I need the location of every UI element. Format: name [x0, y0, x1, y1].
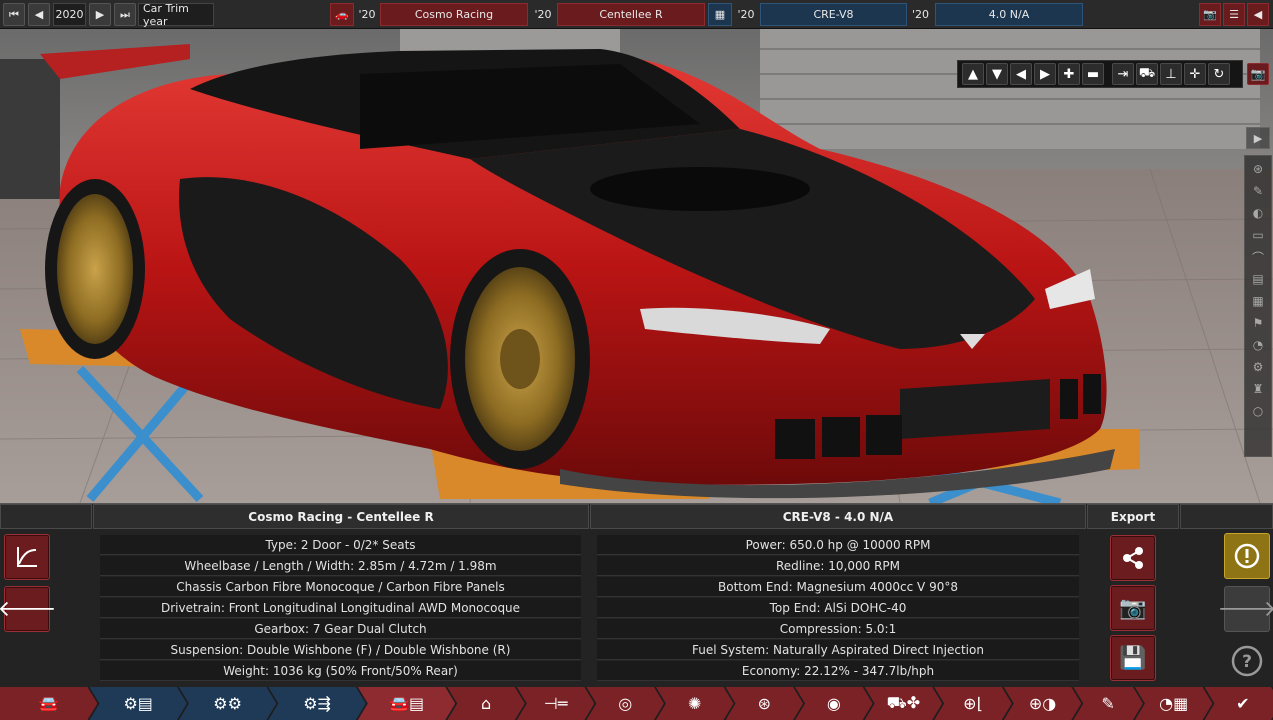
lights-icon[interactable]: ◐	[1247, 203, 1269, 223]
car-panel-title: Cosmo Racing - Centellee R	[93, 504, 589, 529]
gear-icon[interactable]: ⚙	[1247, 357, 1269, 377]
engine-icon[interactable]: ▦	[708, 3, 732, 26]
gear-sprocket-icon[interactable]: ✺	[656, 687, 734, 720]
variant-name[interactable]: 4.0 N/A	[935, 3, 1083, 26]
reset-rotation-icon[interactable]: ↻	[1208, 63, 1230, 85]
car-fan-icon[interactable]: ⛟✤	[865, 687, 943, 720]
headlight-icon[interactable]: ◎	[586, 687, 664, 720]
prev-icon[interactable]: ◀	[28, 3, 50, 26]
car-icon[interactable]: 🚘	[0, 687, 97, 720]
engine-spec-row: Economy: 22.12% - 347.7lb/hph	[597, 661, 1079, 681]
camera-icon[interactable]: 📷	[1110, 585, 1156, 631]
steering-seat-icon[interactable]: ⊕⌊	[934, 687, 1012, 720]
car-spec-list: Type: 2 Door - 0/2* Seats Wheelbase / Le…	[100, 535, 581, 682]
save-icon[interactable]: 💾	[1110, 635, 1156, 681]
right-header	[1180, 504, 1273, 529]
model-name[interactable]: Cosmo Racing	[380, 3, 528, 26]
screenshot-icon[interactable]: 📷	[1247, 63, 1269, 85]
engine-family-year: '20	[737, 8, 755, 21]
bottom-nav: 🚘 ⚙▤ ⚙⚙ ⚙⇶ 🚘▤ ⌂ ⊣═ ◎ ✺ ⊛ ◉ ⛟✤ ⊕⌊ ⊕◑ ✎ ◔▦…	[0, 687, 1273, 720]
circle-icon[interactable]: ○	[1247, 401, 1269, 421]
next-icon[interactable]: ▶	[89, 3, 111, 26]
arrow-down-icon[interactable]: ▼	[986, 63, 1008, 85]
badge-icon[interactable]: ⚑	[1247, 313, 1269, 333]
car-stats-icon[interactable]: 🚘▤	[358, 687, 455, 720]
zoom-in-icon[interactable]: ✚	[1058, 63, 1080, 85]
floor-icon[interactable]: ⊥	[1160, 63, 1182, 85]
engine-spec-row: Compression: 5.0:1	[597, 619, 1079, 639]
camera-toolbar: ▲ ▼ ◀ ▶ ✚ ▬ ⇥ ⛟ ⊥ ✛ ↻	[957, 60, 1243, 88]
engine-spec-row: Redline: 10,000 RPM	[597, 556, 1079, 576]
left-header	[0, 504, 92, 529]
trim-year-label: Car Trim year	[138, 2, 214, 28]
person-icon[interactable]: ♜	[1247, 379, 1269, 399]
steering-ball-icon[interactable]: ⊕◑	[1004, 687, 1082, 720]
engine-spec-list: Power: 650.0 hp @ 10000 RPM Redline: 10,…	[597, 535, 1079, 682]
check-icon[interactable]: ✔	[1205, 687, 1273, 720]
car-view-icon[interactable]: ⛟	[1136, 63, 1158, 85]
grille-icon[interactable]: ▦	[1247, 291, 1269, 311]
car-spec-row: Gearbox: 7 Gear Dual Clutch	[100, 619, 581, 639]
arrow-right-icon[interactable]: ▶	[1034, 63, 1056, 85]
svg-text:?: ?	[1242, 652, 1252, 672]
car-spec-row: Weight: 1036 kg (50% Front/50% Rear)	[100, 661, 581, 681]
model-year: '20	[358, 8, 376, 21]
rewind-icon[interactable]: ⏮	[3, 3, 25, 26]
car-spec-row: Suspension: Double Wishbone (F) / Double…	[100, 640, 581, 660]
fast-forward-icon[interactable]: ⏭	[114, 3, 136, 26]
align-right-icon[interactable]: ⇥	[1112, 63, 1134, 85]
car-render	[0, 29, 1273, 503]
engine-spec-row: Fuel System: Naturally Aspirated Direct …	[597, 640, 1079, 660]
gauge-flag-icon[interactable]: ◔▦	[1135, 687, 1213, 720]
arrow-right-icon[interactable]: 🡒	[1218, 586, 1273, 632]
share-icon[interactable]	[1110, 535, 1156, 581]
trim-icon[interactable]: ▭	[1247, 225, 1269, 245]
wheel-icon[interactable]: ⊛	[1247, 159, 1269, 179]
arrow-up-icon[interactable]: ▲	[962, 63, 984, 85]
graph-icon[interactable]	[4, 534, 50, 580]
engine-spec-row: Bottom End: Magnesium 4000cc V 90°8	[597, 577, 1079, 597]
gauge-icon[interactable]: ◔	[1247, 335, 1269, 355]
engine-parts-icon[interactable]: ⚙▤	[89, 687, 186, 720]
arrow-left-icon[interactable]: ◀	[1010, 63, 1032, 85]
paint-icon[interactable]: ✎	[1247, 181, 1269, 201]
play-icon[interactable]: ▶	[1246, 127, 1270, 149]
variant-year: '20	[911, 8, 930, 21]
side-palette: ⊛ ✎ ◐ ▭ ⌒ ▤ ▦ ⚑ ◔ ⚙ ♜ ○	[1244, 155, 1272, 457]
engine-block-icon[interactable]: ⚙⚙	[179, 687, 276, 720]
car-viewport[interactable]: ▲ ▼ ◀ ▶ ✚ ▬ ⇥ ⛟ ⊥ ✛ ↻ 📷 ▶ ⊛ ✎ ◐ ▭ ⌒ ▤ ▦ …	[0, 29, 1273, 503]
top-bar: ⏮ ◀ 2020 ▶ ⏭ Car Trim year 🚗 '20 Cosmo R…	[0, 0, 1273, 29]
engine-spec-row: Top End: AlSi DOHC-40	[597, 598, 1079, 618]
back-icon[interactable]: ◀	[1247, 3, 1269, 26]
zoom-out-icon[interactable]: ▬	[1082, 63, 1104, 85]
trim-year-short: '20	[534, 8, 552, 21]
intake-icon[interactable]: ⌒	[1247, 247, 1269, 267]
back-arrow-icon[interactable]: 🡐	[0, 586, 57, 632]
export-title: Export	[1087, 504, 1179, 529]
list-icon[interactable]: ☰	[1223, 3, 1245, 26]
paint-icon[interactable]: ✎	[1073, 687, 1143, 720]
wheel-icon[interactable]: ⊛	[726, 687, 804, 720]
engine-tune-icon[interactable]: ⚙⇶	[268, 687, 365, 720]
engine-spec-row: Power: 650.0 hp @ 10000 RPM	[597, 535, 1079, 555]
vents-icon[interactable]: ▤	[1247, 269, 1269, 289]
car-body-icon[interactable]: 🚗	[330, 3, 354, 26]
car-spec-row: Wheelbase / Length / Width: 2.85m / 4.72…	[100, 556, 581, 576]
car-spec-row: Chassis Carbon Fibre Monocoque / Carbon …	[100, 577, 581, 597]
help-icon[interactable]: ?	[1224, 638, 1270, 684]
engine-family[interactable]: CRE-V8	[760, 3, 907, 26]
car-spec-row: Type: 2 Door - 0/2* Seats	[100, 535, 581, 555]
trim-year-value[interactable]: 2020	[53, 3, 86, 26]
warning-icon[interactable]	[1224, 533, 1270, 579]
info-panel: 🡐 Cosmo Racing - Centellee R Type: 2 Doo…	[0, 503, 1273, 687]
chassis-icon[interactable]: ⌂	[447, 687, 525, 720]
engine-panel-title: CRE-V8 - 4.0 N/A	[590, 504, 1086, 529]
trim-name[interactable]: Centellee R	[557, 3, 705, 26]
drivetrain-icon[interactable]: ⊣═	[517, 687, 595, 720]
camera-icon[interactable]: 📷	[1199, 3, 1221, 26]
car-spec-row: Drivetrain: Front Longitudinal Longitudi…	[100, 598, 581, 618]
center-icon[interactable]: ✛	[1184, 63, 1206, 85]
brake-disc-icon[interactable]: ◉	[795, 687, 873, 720]
